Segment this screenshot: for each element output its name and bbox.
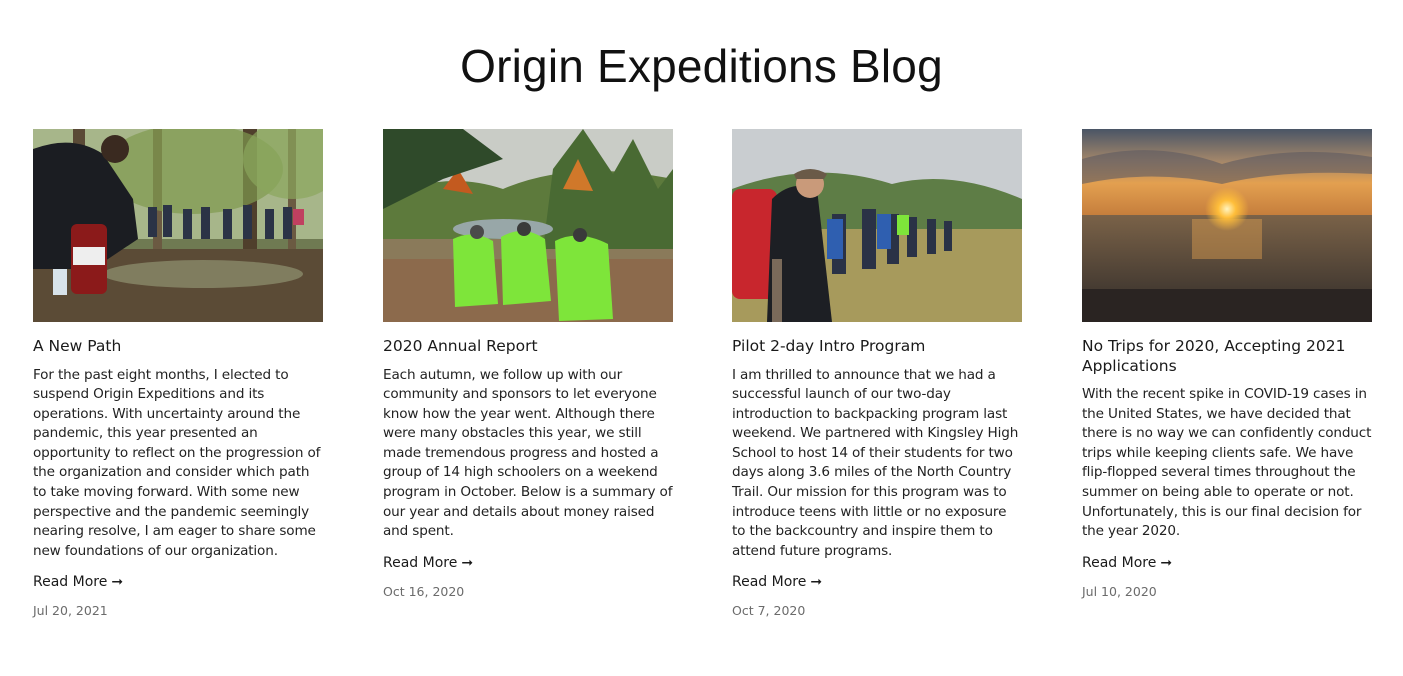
post-title[interactable]: A New Path	[33, 337, 323, 357]
blog-post-card: A New Path For the past eight months, I …	[33, 129, 323, 619]
post-date: Oct 16, 2020	[383, 583, 465, 599]
arrow-right-icon: ➞	[111, 574, 124, 591]
post-thumbnail[interactable]	[383, 129, 673, 322]
post-title[interactable]: No Trips for 2020, Accepting 2021 Applic…	[1082, 337, 1372, 376]
post-thumbnail[interactable]	[33, 129, 323, 322]
arrow-right-icon: ➞	[810, 574, 823, 591]
page-title: Origin Expeditions Blog	[460, 40, 943, 92]
read-more-link[interactable]: Read More ➞	[383, 554, 473, 572]
read-more-link[interactable]: Read More ➞	[732, 573, 822, 591]
blog-post-card: No Trips for 2020, Accepting 2021 Applic…	[1082, 129, 1372, 600]
blog-post-card: Pilot 2-day Intro Program I am thrilled …	[732, 129, 1022, 619]
post-date: Jul 10, 2020	[1082, 583, 1157, 599]
read-more-link[interactable]: Read More ➞	[33, 573, 123, 591]
forest-group-photo	[33, 129, 323, 322]
arrow-right-icon: ➞	[461, 554, 474, 571]
lake-hikers-photo	[383, 129, 673, 322]
post-excerpt: I am thrilled to announce that we had a …	[732, 366, 1019, 559]
read-more-label: Read More	[732, 574, 807, 591]
post-excerpt: With the recent spike in COVID-19 cases …	[1082, 386, 1372, 540]
read-more-link[interactable]: Read More ➞	[1082, 554, 1172, 572]
blog-post-card: 2020 Annual Report Each autumn, we follo…	[383, 129, 673, 600]
read-more-label: Read More	[383, 554, 458, 571]
post-title[interactable]: Pilot 2-day Intro Program	[732, 337, 1022, 357]
post-date: Jul 20, 2021	[33, 603, 108, 619]
backpackers-grass-photo	[732, 129, 1022, 322]
post-excerpt: For the past eight months, I elected to …	[33, 366, 321, 559]
sunset-lake-photo	[1082, 129, 1372, 322]
post-thumbnail[interactable]	[732, 129, 1022, 322]
read-more-label: Read More	[1082, 554, 1157, 571]
post-thumbnail[interactable]	[1082, 129, 1372, 322]
post-date: Oct 7, 2020	[732, 603, 806, 619]
arrow-right-icon: ➞	[1160, 554, 1173, 571]
post-title[interactable]: 2020 Annual Report	[383, 337, 673, 357]
read-more-label: Read More	[33, 574, 108, 591]
post-excerpt: Each autumn, we follow up with our commu…	[383, 366, 673, 540]
